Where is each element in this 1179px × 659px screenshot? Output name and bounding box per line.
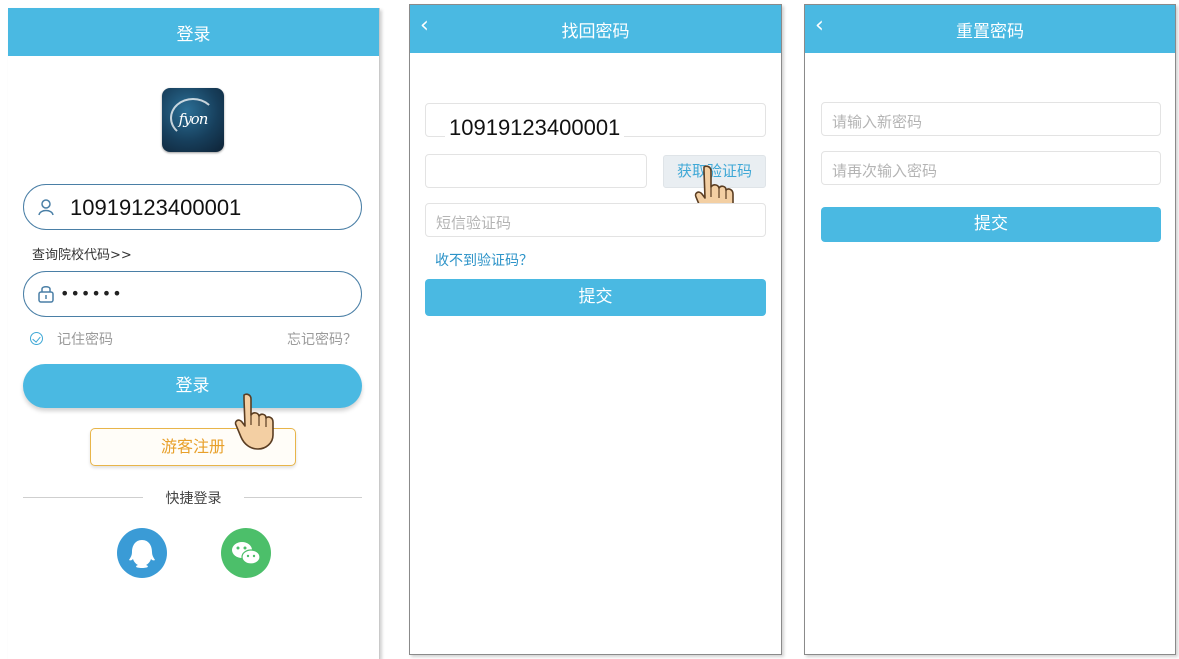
password-mask: •••••• <box>60 284 123 303</box>
remember-password-label: 记住密码 <box>57 332 113 348</box>
login-page-title: 登录 <box>176 25 211 45</box>
check-circle-icon <box>30 332 43 345</box>
no-code-link[interactable]: 收不到验证码？ <box>435 250 533 270</box>
sms-code-placeholder: 短信验证码 <box>436 214 512 232</box>
new-password-input[interactable]: 请输入新密码 <box>821 102 1161 136</box>
confirm-password-placeholder: 请再次输入密码 <box>832 162 938 180</box>
login-screen: 登录 fyon 10919123400001 查询院校代码>> •••••• 记… <box>8 8 380 659</box>
account-input[interactable]: 10919123400001 <box>23 184 362 230</box>
login-title-bar: 登录 <box>8 8 379 56</box>
find-password-screen: ‹ 找回密码 10919123400001 获取验证码 短信验证码 收不到验证码… <box>409 4 782 655</box>
tap-hand-icon <box>234 393 274 450</box>
school-code-link[interactable]: 查询院校代码>> <box>32 244 132 263</box>
reset-password-screen: ‹ 重置密码 请输入新密码 请再次输入密码 提交 <box>804 4 1176 655</box>
account-value: 10919123400001 <box>70 195 242 220</box>
reset-password-title-bar: ‹ 重置密码 <box>805 5 1175 53</box>
quick-login-divider-right <box>244 497 362 498</box>
wechat-icon <box>232 542 261 565</box>
image-code-input[interactable] <box>425 154 647 188</box>
reset-password-submit-button[interactable]: 提交 <box>821 207 1161 242</box>
user-icon <box>38 199 54 216</box>
lock-icon <box>38 286 54 303</box>
phone-value: 10919123400001 <box>445 115 625 141</box>
login-button[interactable]: 登录 <box>23 364 362 408</box>
password-input[interactable]: •••••• <box>23 271 362 317</box>
sms-code-input[interactable]: 短信验证码 <box>425 203 766 237</box>
quick-login-label: 快捷登录 <box>165 491 222 507</box>
app-logo: fyon <box>162 88 224 152</box>
find-password-title-bar: ‹ 找回密码 <box>410 5 781 53</box>
qq-login-button[interactable] <box>117 528 167 578</box>
find-password-submit-button[interactable]: 提交 <box>425 279 766 316</box>
wechat-login-button[interactable] <box>221 528 271 578</box>
remember-password-toggle[interactable]: 记住密码 <box>30 329 113 349</box>
forgot-password-link[interactable]: 忘记密码？ <box>287 329 357 349</box>
app-logo-text: fyon <box>178 110 209 128</box>
qq-icon <box>129 540 155 568</box>
new-password-placeholder: 请输入新密码 <box>832 113 923 131</box>
confirm-password-input[interactable]: 请再次输入密码 <box>821 151 1161 185</box>
reset-password-page-title: 重置密码 <box>956 22 1024 42</box>
find-password-page-title: 找回密码 <box>561 22 630 42</box>
